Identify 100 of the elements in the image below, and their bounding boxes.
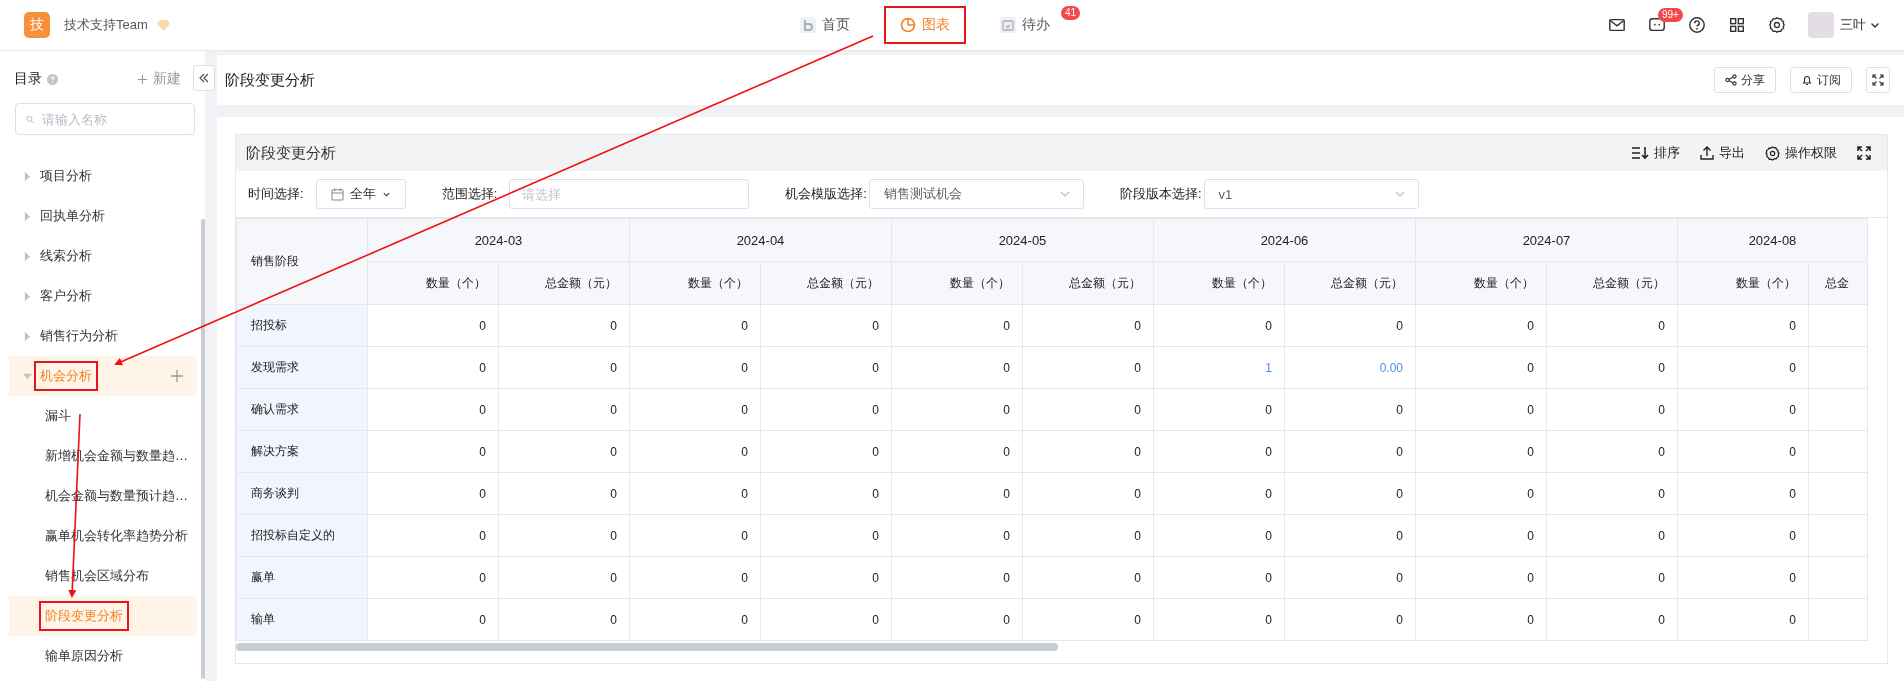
tree-item-row[interactable]: 销售行为分析 bbox=[9, 316, 197, 356]
mail-icon[interactable] bbox=[1608, 16, 1626, 34]
tree-item-row[interactable]: 客户分析 bbox=[9, 276, 197, 316]
tree-item[interactable]: 客户分析 bbox=[34, 281, 98, 311]
header-button[interactable]: 分享 bbox=[1714, 67, 1776, 93]
month-header: 2024-08 bbox=[1677, 218, 1868, 262]
column-header: 总金额（元） bbox=[1284, 261, 1416, 305]
user-name[interactable]: 三叶 bbox=[1840, 16, 1866, 34]
table-cell: 0 bbox=[498, 472, 630, 515]
table-cell: 0 bbox=[367, 346, 499, 389]
table-cell: 0 bbox=[1153, 598, 1285, 641]
stage-cell: 招投标 bbox=[236, 304, 368, 347]
table-cell: 0 bbox=[1153, 304, 1285, 347]
table-cell: 0 bbox=[1284, 598, 1416, 641]
header-button[interactable]: 订阅 bbox=[1790, 67, 1852, 93]
table-cell: 0 bbox=[1677, 430, 1809, 473]
tree-item[interactable]: 回执单分析 bbox=[34, 201, 111, 231]
scrollbar[interactable] bbox=[201, 219, 205, 679]
tree-item-row[interactable]: 漏斗 bbox=[9, 396, 197, 436]
table-cell: 0 bbox=[367, 514, 499, 557]
table-cell: 0 bbox=[1022, 388, 1154, 431]
table-cell: 0 bbox=[1153, 430, 1285, 473]
table-cell: 0 bbox=[1284, 304, 1416, 347]
table-cell: 0 bbox=[1415, 472, 1547, 515]
table-cell: 0 bbox=[1546, 430, 1678, 473]
table-cell: 0 bbox=[891, 346, 1023, 389]
filter-label: 时间选择: bbox=[248, 185, 304, 203]
table-cell: 0 bbox=[891, 304, 1023, 347]
tree-item[interactable]: 线索分析 bbox=[34, 241, 98, 271]
settings-icon[interactable] bbox=[1768, 16, 1786, 34]
table-cell: 0 bbox=[367, 472, 499, 515]
column-header: 数量（个） bbox=[891, 261, 1023, 305]
caret-icon[interactable] bbox=[1870, 20, 1880, 30]
stage-cell: 解决方案 bbox=[236, 430, 368, 473]
grid-icon[interactable] bbox=[1728, 16, 1746, 34]
table-cell: 0 bbox=[1546, 304, 1678, 347]
table-cell: 0 bbox=[1153, 388, 1285, 431]
tree-item-row[interactable]: 输单原因分析 bbox=[9, 636, 197, 676]
select-field[interactable]: v1 bbox=[1203, 179, 1419, 209]
tree-item[interactable]: 漏斗 bbox=[39, 401, 77, 431]
table-cell: 0 bbox=[498, 556, 630, 599]
table-cell: 0 bbox=[629, 346, 761, 389]
nav-tab[interactable]: 首页 bbox=[784, 6, 866, 44]
fullscreen-button[interactable] bbox=[1866, 67, 1890, 93]
table-cell: 0 bbox=[1284, 430, 1416, 473]
table-cell: 0 bbox=[760, 598, 892, 641]
toolbar-button[interactable]: 操作权限 bbox=[1765, 144, 1837, 162]
plus-icon bbox=[137, 73, 148, 85]
home-icon bbox=[800, 17, 816, 33]
stage-cell: 赢单 bbox=[236, 556, 368, 599]
tree-item-row[interactable]: 项目分析 bbox=[9, 156, 197, 196]
team-name[interactable]: 技术支持Team bbox=[64, 16, 148, 34]
month-header: 2024-05 bbox=[891, 218, 1154, 262]
table-cell: 0 bbox=[1022, 430, 1154, 473]
plus-icon[interactable] bbox=[171, 370, 183, 382]
table-cell: 0 bbox=[891, 472, 1023, 515]
tree-item[interactable]: 输单原因分析 bbox=[39, 641, 129, 671]
select-field[interactable]: 销售测试机会 bbox=[868, 179, 1084, 209]
toolbar-button[interactable]: 排序 bbox=[1631, 144, 1680, 162]
table-cell: 0 bbox=[1677, 346, 1809, 389]
table-cell: 0 bbox=[1284, 514, 1416, 557]
table-cell: 0 bbox=[367, 388, 499, 431]
table-cell: 0 bbox=[1284, 388, 1416, 431]
expand-icon[interactable] bbox=[1857, 146, 1871, 160]
table-cell: 0 bbox=[1415, 598, 1547, 641]
sort-icon bbox=[1631, 146, 1649, 160]
collapse-button[interactable] bbox=[193, 65, 215, 91]
sidebar-title: 目录 bbox=[14, 70, 42, 88]
stage-cell: 商务谈判 bbox=[236, 472, 368, 515]
calendar-icon bbox=[330, 187, 344, 201]
page-title: 阶段变更分析 bbox=[225, 70, 315, 90]
table-cell: 0 bbox=[629, 514, 761, 557]
date-picker[interactable]: 全年 bbox=[315, 179, 406, 209]
toolbar-button[interactable]: 导出 bbox=[1700, 144, 1745, 162]
tree-item[interactable]: 销售行为分析 bbox=[34, 321, 124, 351]
double-chevron-icon bbox=[198, 72, 210, 84]
table-cell: 0 bbox=[629, 598, 761, 641]
table-cell: 0 bbox=[1677, 598, 1809, 641]
tree-item-row[interactable]: 线索分析 bbox=[9, 236, 197, 276]
tree-item[interactable]: 项目分析 bbox=[34, 161, 98, 191]
table-cell: 0 bbox=[629, 472, 761, 515]
column-header: 数量（个） bbox=[629, 261, 761, 305]
scrollbar[interactable] bbox=[236, 643, 1058, 651]
column-header: 总金额（元） bbox=[760, 261, 892, 305]
table-cell: 0 bbox=[891, 556, 1023, 599]
table-cell: 0 bbox=[498, 430, 630, 473]
table-cell: 0 bbox=[1022, 598, 1154, 641]
stage-cell: 输单 bbox=[236, 598, 368, 641]
value-link[interactable]: 0.00 bbox=[1284, 346, 1416, 389]
tree-item-row[interactable]: 回执单分析 bbox=[9, 196, 197, 236]
help-icon[interactable] bbox=[1688, 16, 1706, 34]
table-cell: 0 bbox=[891, 598, 1023, 641]
table-cell: 0 bbox=[1415, 304, 1547, 347]
range-input[interactable]: 请选择 bbox=[509, 179, 750, 209]
column-header: 数量（个） bbox=[1677, 261, 1809, 305]
column-header: 数量（个） bbox=[367, 261, 499, 305]
diamond-icon bbox=[155, 18, 171, 32]
table-cell: 0 bbox=[1546, 388, 1678, 431]
search-field[interactable]: 请输入名称 bbox=[15, 103, 195, 135]
table-cell: 0 bbox=[1677, 388, 1809, 431]
